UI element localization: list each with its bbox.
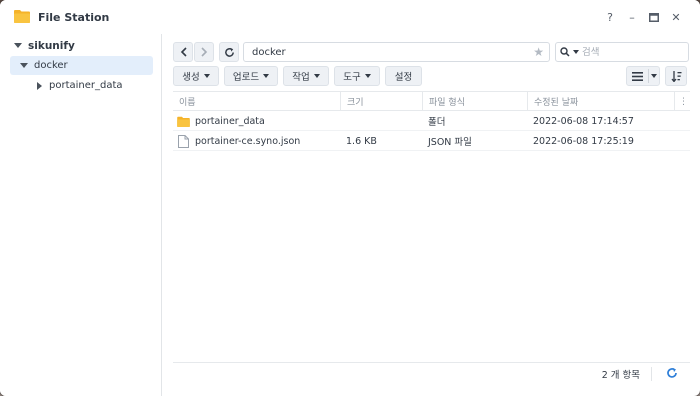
back-button[interactable] [173, 42, 193, 62]
upload-button[interactable]: 업로드 [224, 66, 278, 86]
file-icon [178, 131, 189, 151]
chevron-down-icon [263, 74, 270, 78]
divider [648, 69, 649, 83]
tree-root-sikunify[interactable]: sikunify [14, 40, 75, 52]
settings-button[interactable]: 설정 [385, 66, 422, 86]
tree-root-label: sikunify [28, 40, 75, 52]
file-type: JSON 파일 [428, 137, 472, 148]
column-header-type[interactable]: 파일 형식 [422, 92, 527, 111]
search-input[interactable] [582, 46, 662, 58]
path-text: docker [252, 46, 286, 58]
column-header-modified[interactable]: 수정된 날짜 [527, 92, 674, 111]
forward-button[interactable] [194, 42, 214, 62]
chevron-down-icon [313, 74, 320, 78]
divider [651, 367, 652, 381]
tree-item-label: portainer_data [49, 80, 123, 91]
maximize-icon [649, 12, 659, 22]
file-size: 1.6 KB [346, 135, 377, 147]
tools-button[interactable]: 도구 [334, 66, 380, 86]
folder-icon [177, 111, 190, 131]
close-button[interactable]: ✕ [668, 9, 684, 25]
action-label: 작업 [292, 72, 310, 83]
chevron-down-icon[interactable] [573, 50, 579, 54]
refresh-icon [667, 368, 677, 378]
chevron-down-icon [364, 74, 371, 78]
help-button[interactable]: ? [602, 9, 618, 25]
window-title: File Station [38, 11, 110, 24]
path-bar[interactable]: docker ★ [243, 42, 550, 62]
caret-down-icon[interactable] [20, 62, 28, 69]
caret-right-icon[interactable] [37, 81, 43, 90]
caret-down-icon[interactable] [14, 43, 22, 49]
folder-tree-sidebar: sikunify docker portainer_data [0, 34, 162, 396]
file-name: portainer-ce.syno.json [195, 135, 301, 147]
search-icon [560, 47, 570, 57]
chevron-down-icon [203, 74, 210, 78]
status-footer: 2 개 항목 [173, 362, 690, 384]
main-panel: docker ★ 생성 업로드 작업 도구 설정 [163, 34, 700, 396]
favorite-star-icon[interactable]: ★ [533, 45, 544, 59]
file-type: 폴더 [428, 117, 446, 128]
folder-app-icon [14, 10, 30, 23]
view-mode-button[interactable] [626, 66, 660, 86]
table-row[interactable]: portainer_data 폴더 2022-06-08 17:14:57 [173, 111, 690, 131]
tree-item-label: docker [34, 60, 68, 71]
tools-label: 도구 [343, 72, 361, 83]
settings-label: 설정 [394, 72, 413, 83]
list-view-icon [632, 71, 643, 81]
create-button[interactable]: 생성 [173, 66, 219, 86]
create-label: 생성 [182, 72, 200, 83]
file-modified: 2022-06-08 17:14:57 [533, 115, 634, 127]
chevron-right-icon [200, 47, 207, 57]
file-list-header: 이름 크기 파일 형식 수정된 날짜 ⋮ [173, 91, 690, 111]
sort-icon [670, 70, 681, 82]
action-button[interactable]: 작업 [283, 66, 329, 86]
chevron-left-icon [180, 47, 187, 57]
file-station-window: File Station ? – ✕ sikunify docker porta… [0, 0, 700, 396]
refresh-button[interactable] [219, 42, 239, 62]
refresh-list-button[interactable] [666, 367, 678, 382]
search-box[interactable] [555, 42, 689, 62]
chevron-down-icon[interactable] [651, 74, 657, 78]
tree-item-portainer-data[interactable]: portainer_data [10, 76, 153, 95]
column-header-name[interactable]: 이름 [173, 92, 340, 111]
maximize-button[interactable] [646, 9, 662, 25]
tree-item-docker[interactable]: docker [10, 56, 153, 75]
file-modified: 2022-06-08 17:25:19 [533, 135, 634, 147]
minimize-button[interactable]: – [624, 9, 640, 25]
column-options-icon[interactable]: ⋮ [674, 92, 690, 111]
title-bar: File Station ? – ✕ [0, 0, 700, 34]
file-name: portainer_data [195, 115, 265, 127]
refresh-icon [224, 47, 234, 57]
item-count: 2 개 항목 [601, 369, 640, 381]
upload-label: 업로드 [232, 72, 260, 83]
sort-button[interactable] [665, 66, 687, 86]
table-row[interactable]: portainer-ce.syno.json 1.6 KB JSON 파일 20… [173, 131, 690, 151]
column-header-size[interactable]: 크기 [340, 92, 422, 111]
